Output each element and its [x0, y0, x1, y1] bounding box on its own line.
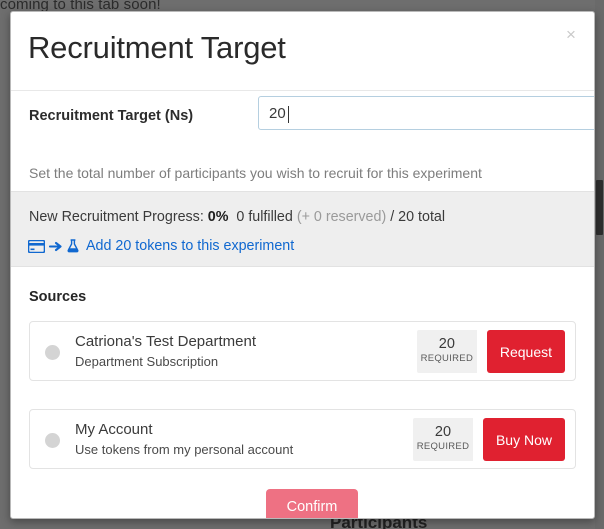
source-card-department[interactable]: Catriona's Test Department Department Su…: [29, 321, 576, 381]
add-tokens-link-text: Add 20 tokens to this experiment: [86, 238, 295, 254]
recruitment-target-input-wrap: [258, 96, 594, 130]
arrow-right-icon: [49, 240, 63, 253]
source-subtitle: Department Subscription: [75, 354, 219, 369]
recruitment-target-modal: Recruitment Target × Recruitment Target …: [10, 11, 595, 519]
source-subtitle: Use tokens from my personal account: [75, 442, 294, 457]
request-button[interactable]: Request: [486, 330, 565, 373]
progress-fulfilled: 0 fulfilled: [236, 209, 293, 225]
source-card-my-account[interactable]: My Account Use tokens from my personal a…: [29, 409, 576, 469]
page-scrollbar[interactable]: [595, 0, 604, 529]
source-action-group: 20 REQUIRED Request: [416, 330, 565, 373]
required-badge: 20 REQUIRED: [412, 418, 473, 461]
recruitment-target-help: Set the total number of participants you…: [29, 165, 482, 181]
recruitment-progress-text: New Recruitment Progress: 0% 0 fulfilled…: [29, 209, 445, 225]
text-caret: [288, 106, 289, 123]
source-name: Catriona's Test Department: [75, 333, 257, 350]
required-count: 20: [438, 336, 455, 353]
flask-icon: [67, 239, 79, 253]
recruitment-target-label: Recruitment Target (Ns): [29, 108, 194, 124]
recruitment-target-input[interactable]: [258, 96, 594, 130]
add-tokens-link[interactable]: Add 20 tokens to this experiment: [28, 238, 294, 254]
source-action-group: 20 REQUIRED Buy Now: [412, 418, 565, 461]
progress-prefix: New Recruitment Progress:: [29, 209, 204, 225]
page-scrollbar-thumb[interactable]: [596, 180, 603, 235]
progress-total: / 20 total: [390, 209, 446, 225]
progress-reserved: (+ 0 reserved): [296, 209, 387, 225]
required-count: 20: [434, 424, 452, 441]
page-title: Recruitment Target: [28, 30, 286, 65]
source-radio-icon[interactable]: [45, 345, 60, 360]
modal-header: Recruitment Target ×: [11, 12, 594, 91]
required-label: REQUIRED: [416, 441, 470, 453]
required-badge: 20 REQUIRED: [416, 330, 477, 373]
recruitment-progress-panel: New Recruitment Progress: 0% 0 fulfilled…: [11, 191, 594, 267]
close-icon[interactable]: ×: [558, 21, 584, 47]
confirm-button[interactable]: Confirm: [266, 489, 358, 518]
required-label: REQUIRED: [420, 353, 474, 365]
progress-percent: 0%: [207, 209, 229, 225]
buy-now-button[interactable]: Buy Now: [482, 418, 565, 461]
sources-heading: Sources: [29, 289, 87, 305]
credit-card-icon: [28, 239, 45, 253]
source-radio-icon[interactable]: [45, 433, 60, 448]
recruitment-target-row: Recruitment Target (Ns): [11, 91, 594, 143]
source-name: My Account: [75, 421, 153, 438]
